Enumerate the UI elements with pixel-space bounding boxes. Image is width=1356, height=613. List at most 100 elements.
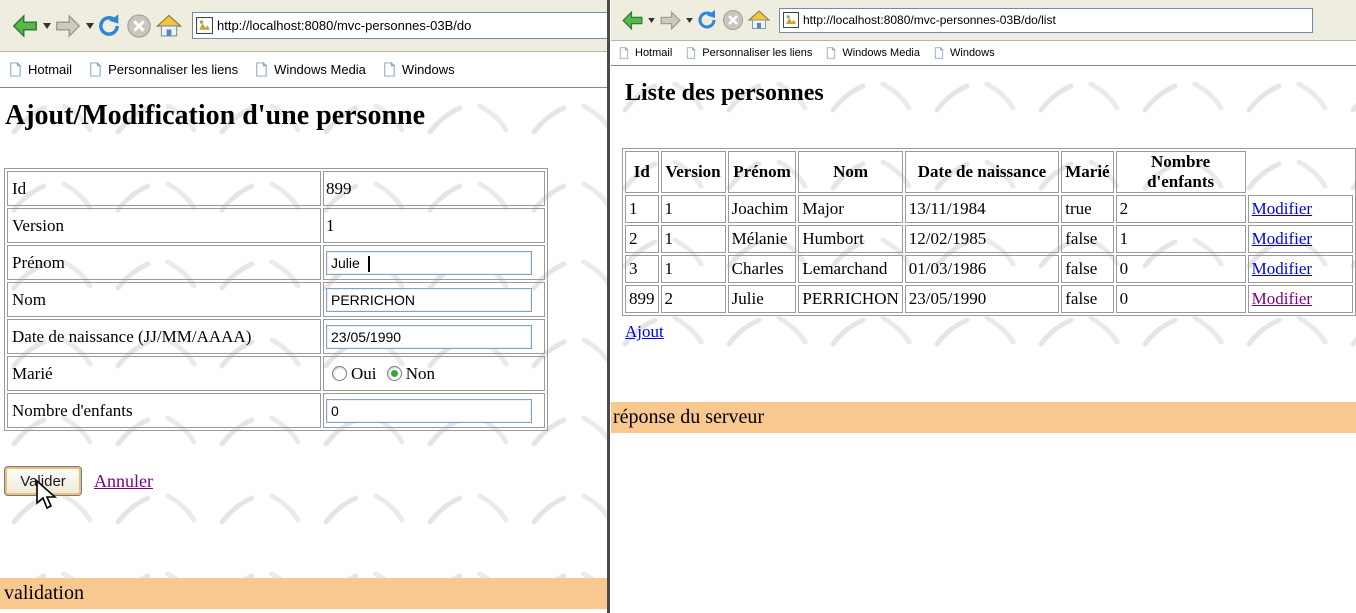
page-icon [88,62,103,77]
panel-divider [607,0,610,613]
ajout-link[interactable]: Ajout [625,322,664,342]
modifier-link[interactable]: Modifier [1252,289,1312,308]
form-row-nom: Nom [7,282,545,317]
table-row: 1 1 Joachim Major 13/11/1984 true 2 Modi… [625,195,1353,223]
home-icon [747,8,771,32]
chevron-down-icon [86,23,94,29]
col-header-prenom: Prénom [728,151,797,193]
annotation-bar: validation [0,578,607,609]
chevron-down-icon [43,23,51,29]
favicon [783,12,799,28]
cell-marie: false [1061,225,1113,253]
marie-non-radio[interactable] [387,366,402,381]
refresh-button[interactable] [695,8,719,32]
back-dropdown[interactable] [42,23,51,29]
cell-prenom: Joachim [728,195,797,223]
col-header-marie: Marié [1061,151,1113,193]
cell-prenom: Mélanie [728,225,797,253]
cell-version: 1 [661,255,726,283]
links-bar-label: Windows [950,47,995,59]
annotation-text: validation [4,582,84,604]
home-button[interactable] [155,12,183,40]
links-bar-item-windows[interactable]: Windows [933,47,995,59]
links-bar: Hotmail Personnaliser les liens Windows … [0,52,607,88]
nom-input[interactable] [326,288,532,312]
cell-id: 1 [625,195,659,223]
links-bar-label: Hotmail [635,47,672,59]
links-bar: Hotmail Personnaliser les liens Windows … [611,41,1356,66]
form-row-nombre-enfants: Nombre d'enfants [7,393,545,428]
valider-button[interactable]: Valider [4,466,82,496]
cell-id: 899 [625,285,659,313]
links-bar-item-personnaliser[interactable]: Personnaliser les liens [88,62,238,77]
page-icon [685,47,697,59]
cell-date: 13/11/1984 [905,195,1059,223]
field-label: Prénom [7,245,321,280]
forward-icon [657,8,684,33]
date-naissance-input[interactable] [326,325,532,349]
nombre-enfants-input[interactable] [326,399,532,423]
links-bar-item-windows-media[interactable]: Windows Media [254,62,366,77]
refresh-button[interactable] [95,12,123,40]
page-icon [933,47,945,59]
stop-button[interactable] [721,8,745,32]
forward-button[interactable] [657,8,684,33]
links-bar-item-windows-media[interactable]: Windows Media [825,47,920,59]
links-bar-item-windows[interactable]: Windows [382,62,455,77]
cell-marie: false [1061,285,1113,313]
cell-version: 1 [661,195,726,223]
modifier-link[interactable]: Modifier [1252,229,1312,248]
form-row-version: Version 1 [7,208,545,243]
links-bar-item-hotmail[interactable]: Hotmail [8,62,72,77]
address-bar[interactable]: http://localhost:8080/mvc-personnes-03B/… [192,12,607,39]
field-label: Date de naissance (JJ/MM/AAAA) [7,319,321,354]
prenom-input[interactable] [326,251,532,275]
forward-dropdown[interactable] [85,23,94,29]
field-label: Nombre d'enfants [7,393,321,428]
version-value: 1 [323,208,545,243]
back-button[interactable] [619,8,646,33]
links-bar-label: Windows [402,62,455,77]
text-caret [368,256,370,272]
browser-window-form: http://localhost:8080/mvc-personnes-03B/… [0,0,607,613]
screenshot-root: http://localhost:8080/mvc-personnes-03B/… [0,0,1356,613]
cell-nom: Humbort [798,225,902,253]
field-label: Nom [7,282,321,317]
links-bar-label: Windows Media [274,62,366,77]
modifier-link[interactable]: Modifier [1252,199,1312,218]
links-bar-item-hotmail[interactable]: Hotmail [618,47,672,59]
browser-toolbar: http://localhost:8080/mvc-personnes-03B/… [611,0,1356,41]
forward-dropdown[interactable] [685,18,694,23]
cell-date: 12/02/1985 [905,225,1059,253]
cell-enfants: 0 [1116,285,1246,313]
home-icon [155,12,183,40]
page-icon [382,62,397,77]
cell-date: 23/05/1990 [905,285,1059,313]
modifier-link[interactable]: Modifier [1252,259,1312,278]
cell-enfants: 2 [1116,195,1246,223]
page-icon [254,62,269,77]
forward-button[interactable] [52,11,84,41]
stop-button[interactable] [125,12,153,40]
marie-non-label: Non [406,364,435,383]
col-header-date: Date de naissance [905,151,1059,193]
col-header-enfants: Nombre d'enfants [1116,151,1246,193]
annuler-link[interactable]: Annuler [94,471,153,492]
back-button[interactable] [9,11,41,41]
page-title: Liste des personnes [625,80,824,107]
url-text[interactable]: http://localhost:8080/mvc-personnes-03B/… [217,18,471,33]
url-text[interactable]: http://localhost:8080/mvc-personnes-03B/… [803,13,1056,27]
cell-id: 2 [625,225,659,253]
form-row-id: Id 899 [7,171,545,206]
annotation-bar: réponse du serveur [611,402,1356,433]
address-bar[interactable]: http://localhost:8080/mvc-personnes-03B/… [779,8,1313,33]
cell-nom: PERRICHON [798,285,902,313]
home-button[interactable] [747,8,771,32]
cell-id: 3 [625,255,659,283]
favicon [196,17,213,34]
cell-prenom: Charles [728,255,797,283]
marie-oui-radio[interactable] [332,366,347,381]
table-row: 2 1 Mélanie Humbort 12/02/1985 false 1 M… [625,225,1353,253]
back-dropdown[interactable] [647,18,656,23]
links-bar-item-personnaliser[interactable]: Personnaliser les liens [685,47,812,59]
